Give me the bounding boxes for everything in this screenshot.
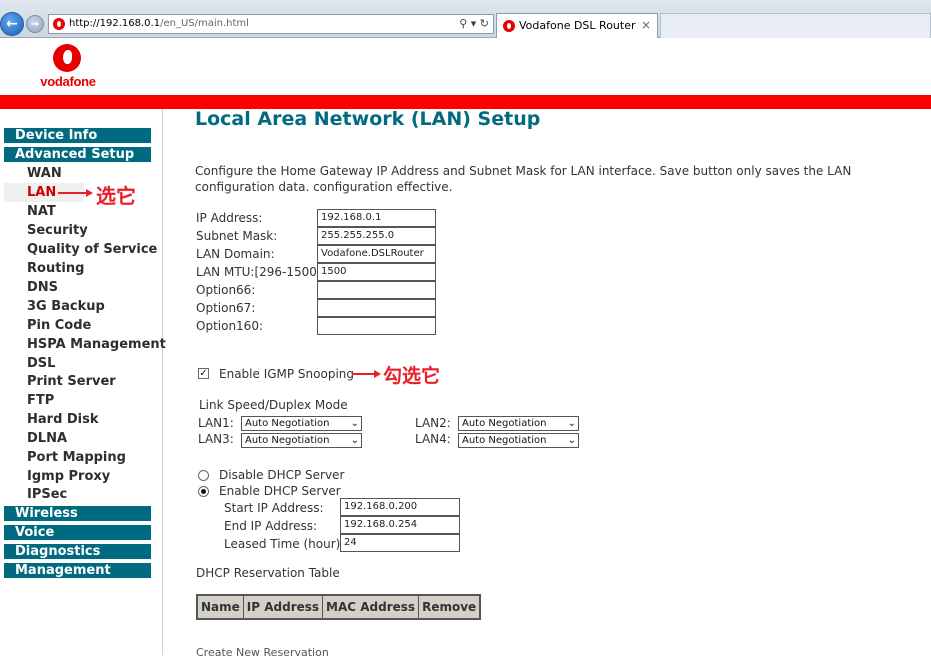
option160-label: Option160:: [196, 319, 263, 333]
lan-mtu-label: LAN MTU:[296-1500]: [196, 265, 322, 279]
enable-dhcp-radio[interactable]: [198, 486, 209, 497]
sidebar-item-port-mapping[interactable]: Port Mapping: [27, 450, 126, 466]
lan1-value: Auto Negotiation: [245, 418, 330, 429]
lan3-label: LAN3:: [198, 432, 234, 446]
chevron-down-icon: ⌄: [350, 435, 359, 446]
start-ip-input[interactable]: 192.168.0.200: [340, 498, 460, 516]
page-title: Local Area Network (LAN) Setup: [195, 108, 541, 130]
browser-tab[interactable]: Vodafone DSL Router ×: [496, 13, 658, 38]
sidebar-category-diagnostics[interactable]: Diagnostics: [4, 544, 151, 559]
lan4-label: LAN4:: [415, 432, 451, 446]
url-host: http://192.168.0.1: [69, 18, 161, 29]
sidebar-item-hspa-management[interactable]: HSPA Management: [27, 337, 166, 353]
search-refresh-icon[interactable]: ⚲ ▾ ↻: [459, 15, 489, 33]
sidebar-item-hard-disk[interactable]: Hard Disk: [27, 412, 99, 428]
chevron-down-icon: ⌄: [567, 418, 576, 429]
lan2-select[interactable]: Auto Negotiation ⌄: [458, 416, 579, 431]
sidebar-item-pin-code[interactable]: Pin Code: [27, 318, 91, 334]
option66-input[interactable]: [317, 281, 436, 299]
enable-dhcp-label: Enable DHCP Server: [219, 484, 341, 498]
sidebar-item-lan[interactable]: LAN: [27, 185, 56, 201]
vodafone-speechmark-icon: [53, 44, 81, 72]
link-speed-title: Link Speed/Duplex Mode: [199, 398, 348, 412]
dhcp-reservation-table: Name IP Address MAC Address Remove: [196, 594, 482, 620]
create-reservation-text[interactable]: Create New Reservation: [196, 646, 329, 659]
sidebar-item-ipsec[interactable]: IPSec: [27, 487, 67, 503]
igmp-snooping-checkbox[interactable]: ✓: [198, 368, 209, 379]
sidebar-item-security[interactable]: Security: [27, 223, 88, 239]
sidebar-item-routing[interactable]: Routing: [27, 261, 84, 277]
leased-time-label: Leased Time (hour):: [224, 537, 345, 551]
sidebar-item-3g-backup[interactable]: 3G Backup: [27, 299, 105, 315]
column-header-name: Name: [196, 594, 244, 620]
sidebar-category-device-info[interactable]: Device Info: [4, 128, 151, 143]
sidebar-item-print-server[interactable]: Print Server: [27, 374, 116, 390]
lan-mtu-input[interactable]: 1500: [317, 263, 436, 281]
sidebar-item-dsl[interactable]: DSL: [27, 356, 55, 372]
sidebar-item-dlna[interactable]: DLNA: [27, 431, 67, 447]
tab-title: Vodafone DSL Router: [519, 19, 636, 32]
sidebar-category-voice[interactable]: Voice: [4, 525, 151, 540]
sidebar-category-management[interactable]: Management: [4, 563, 151, 578]
lan-domain-input[interactable]: Vodafone.DSLRouter: [317, 245, 436, 263]
option66-label: Option66:: [196, 283, 256, 297]
chevron-down-icon: ⌄: [350, 418, 359, 429]
header-band: [0, 95, 931, 109]
new-tab-area[interactable]: [660, 13, 931, 38]
end-ip-label: End IP Address:: [224, 519, 318, 533]
back-arrow-icon[interactable]: ←: [0, 12, 24, 36]
lan2-value: Auto Negotiation: [462, 418, 547, 429]
vodafone-logo: vodafone: [37, 44, 99, 94]
vodafone-favicon-icon: [503, 20, 515, 32]
column-header-mac-address: MAC Address: [322, 594, 420, 620]
reservation-table-title: DHCP Reservation Table: [196, 566, 340, 580]
ip-address-input[interactable]: 192.168.0.1: [317, 209, 436, 227]
subnet-mask-label: Subnet Mask:: [196, 229, 278, 243]
sidebar-item-ftp[interactable]: FTP: [27, 393, 54, 409]
vodafone-favicon-icon: [53, 18, 65, 30]
sidebar-category-advanced-setup[interactable]: Advanced Setup: [4, 147, 151, 162]
annotation-arrow-line: [58, 192, 88, 194]
browser-toolbar: ← → http://192.168.0.1/en_US/main.html ⚲…: [0, 0, 931, 38]
sidebar-category-wireless[interactable]: Wireless: [4, 506, 151, 521]
option67-input[interactable]: [317, 299, 436, 317]
igmp-snooping-label: Enable IGMP Snooping: [219, 367, 355, 381]
sidebar-item-wan[interactable]: WAN: [27, 166, 62, 182]
page-description: Configure the Home Gateway IP Address an…: [195, 164, 852, 194]
annotation-arrow-head: [374, 370, 381, 378]
option67-label: Option67:: [196, 301, 256, 315]
forward-arrow-icon[interactable]: →: [26, 15, 44, 33]
leased-time-input[interactable]: 24: [340, 534, 460, 552]
annotation-igmp-note: 勾选它: [383, 365, 441, 387]
column-header-remove: Remove: [418, 594, 481, 620]
lan4-value: Auto Negotiation: [462, 435, 547, 446]
logo-text: vodafone: [40, 74, 96, 89]
column-header-ip-address: IP Address: [242, 594, 324, 620]
disable-dhcp-radio[interactable]: [198, 470, 209, 481]
close-icon[interactable]: ×: [641, 14, 651, 37]
lan1-select[interactable]: Auto Negotiation ⌄: [241, 416, 362, 431]
annotation-lan-note: 选它: [96, 184, 136, 208]
sidebar-item-nat[interactable]: NAT: [27, 204, 56, 220]
annotation-arrow-head: [86, 189, 93, 197]
chevron-down-icon: ⌄: [567, 435, 576, 446]
option160-input[interactable]: [317, 317, 436, 335]
sidebar-item-dns[interactable]: DNS: [27, 280, 58, 296]
sidebar-item-igmp-proxy[interactable]: Igmp Proxy: [27, 469, 110, 485]
lan3-select[interactable]: Auto Negotiation ⌄: [241, 433, 362, 448]
url-path: /en_US/main.html: [160, 18, 249, 29]
lan4-select[interactable]: Auto Negotiation ⌄: [458, 433, 579, 448]
lan3-value: Auto Negotiation: [245, 435, 330, 446]
ip-address-label: IP Address:: [196, 211, 263, 225]
lan-domain-label: LAN Domain:: [196, 247, 275, 261]
start-ip-label: Start IP Address:: [224, 501, 324, 515]
table-header-row: Name IP Address MAC Address Remove: [196, 594, 481, 620]
annotation-arrow-line: [352, 373, 376, 375]
address-bar[interactable]: http://192.168.0.1/en_US/main.html ⚲ ▾ ↻: [48, 14, 494, 34]
end-ip-input[interactable]: 192.168.0.254: [340, 516, 460, 534]
subnet-mask-input[interactable]: 255.255.255.0: [317, 227, 436, 245]
sidebar-item-qos[interactable]: Quality of Service: [27, 242, 157, 258]
